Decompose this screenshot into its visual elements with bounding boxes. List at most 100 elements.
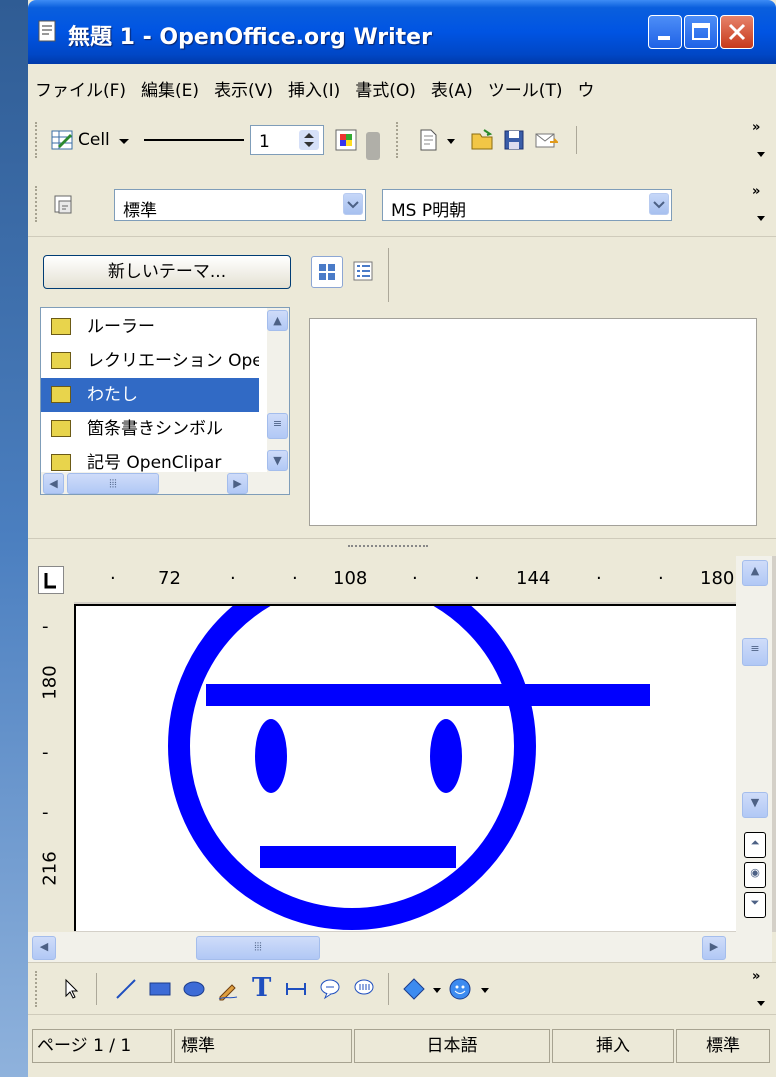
paragraph-style-select[interactable]: 標準 xyxy=(114,189,366,221)
chevron-down-icon[interactable] xyxy=(118,138,130,146)
scroll-down-arrow-icon[interactable]: ▼ xyxy=(267,450,288,471)
menu-window[interactable]: ウ xyxy=(570,64,602,101)
toolbar-grip[interactable] xyxy=(35,186,40,222)
document-horizontal-scrollbar[interactable]: ◀ ⦙⦙⦙ ▶ xyxy=(28,932,772,962)
dimension-line-icon[interactable] xyxy=(284,977,308,1001)
scroll-up-arrow-icon[interactable]: ▲ xyxy=(742,560,768,586)
status-page-style[interactable]: 標準 xyxy=(174,1029,352,1063)
cell-label[interactable]: Cell xyxy=(78,130,110,150)
styles-icon[interactable] xyxy=(52,192,76,216)
ruler-dot: · xyxy=(474,568,480,589)
toolbar-grip[interactable] xyxy=(396,122,401,158)
scroll-right-arrow-icon[interactable]: ▶ xyxy=(702,936,726,960)
theme-item[interactable]: 箇条書きシンボル xyxy=(41,412,259,446)
toolbar-more-chevron-icon[interactable]: » xyxy=(752,120,760,135)
font-name-dropdown-button[interactable] xyxy=(649,193,669,215)
line-tool-icon[interactable] xyxy=(114,977,138,1001)
line-style-preview[interactable] xyxy=(144,139,244,141)
menu-format[interactable]: 書式(O) xyxy=(348,64,424,101)
chevron-down-icon[interactable] xyxy=(756,1001,766,1007)
document-page[interactable] xyxy=(74,604,736,931)
detail-view-button[interactable] xyxy=(348,256,380,288)
previous-page-button[interactable]: ⏶ xyxy=(744,832,766,858)
scroll-left-arrow-icon[interactable]: ◀ xyxy=(43,473,64,494)
left-tab-icon xyxy=(44,573,56,589)
paragraph-style-dropdown-button[interactable] xyxy=(343,193,363,215)
select-pointer-icon[interactable] xyxy=(60,977,84,1001)
scroll-right-arrow-icon[interactable]: ▶ xyxy=(227,473,248,494)
vertical-ruler[interactable]: - 180 - - 216 xyxy=(28,602,74,934)
toolbar-grip[interactable] xyxy=(35,122,40,158)
basic-shapes-icon[interactable] xyxy=(402,977,426,1001)
email-icon[interactable] xyxy=(534,128,558,152)
panel-splitter[interactable] xyxy=(28,538,776,555)
chevron-down-icon[interactable] xyxy=(756,152,766,158)
scroll-thumb[interactable]: ≡ xyxy=(742,638,768,666)
theme-item-selected[interactable]: わたし xyxy=(41,378,259,412)
horizontal-ruler[interactable]: · 72 · · 108 · · 144 · · 180 xyxy=(28,556,738,602)
chevron-down-icon[interactable] xyxy=(432,987,442,995)
toolbar-separator xyxy=(388,973,389,1005)
chevron-down-icon[interactable] xyxy=(756,216,766,222)
open-folder-icon[interactable] xyxy=(470,128,494,152)
spin-arrows-icon[interactable] xyxy=(299,130,319,150)
folder-icon xyxy=(51,386,71,403)
border-color-icon[interactable] xyxy=(334,128,358,152)
cloud-callout-icon[interactable] xyxy=(352,977,376,1001)
line-width-spinner[interactable]: 1 xyxy=(250,125,324,155)
ellipse-tool-icon[interactable] xyxy=(182,977,206,1001)
gallery-preview[interactable] xyxy=(309,318,757,526)
toolbar-overflow-handle[interactable] xyxy=(366,132,380,160)
title-bar[interactable]: 無題 1 - OpenOffice.org Writer xyxy=(28,0,776,64)
close-button[interactable] xyxy=(720,15,754,49)
new-document-icon[interactable] xyxy=(416,128,440,152)
toolbar-grip[interactable] xyxy=(35,971,40,1007)
theme-list-scrollbar[interactable]: ▲ ≡ ▼ xyxy=(267,308,289,472)
chevron-down-icon[interactable] xyxy=(480,987,490,995)
folder-icon xyxy=(51,318,71,335)
minimize-button[interactable] xyxy=(648,15,682,49)
menu-view[interactable]: 表示(V) xyxy=(207,64,281,101)
menu-insert[interactable]: 挿入(I) xyxy=(281,64,348,101)
scroll-thumb[interactable]: ⦙⦙⦙ xyxy=(196,936,320,960)
toolbar-more-chevron-icon[interactable]: » xyxy=(752,184,760,199)
menu-bar: ファイル(F) 編集(E) 表示(V) 挿入(I) 書式(O) 表(A) ツール(T) ウ xyxy=(28,64,776,109)
text-tool-icon[interactable]: T xyxy=(252,973,271,1003)
cell-edit-icon[interactable] xyxy=(50,128,74,152)
new-theme-button[interactable]: 新しいテーマ... xyxy=(43,255,291,289)
theme-item[interactable]: レクリエーション Ope xyxy=(41,344,259,378)
menu-edit[interactable]: 編集(E) xyxy=(134,64,207,101)
callout-tool-icon[interactable] xyxy=(318,977,342,1001)
status-insert-mode[interactable]: 挿入 xyxy=(552,1029,674,1063)
maximize-button[interactable] xyxy=(684,15,718,49)
theme-list-hscrollbar[interactable]: ◀ ⦙⦙⦙ ▶ xyxy=(41,472,289,494)
face-drawing[interactable] xyxy=(76,606,736,931)
ruler-tick-label: 180 xyxy=(39,665,61,700)
icon-view-button[interactable] xyxy=(311,256,343,288)
chevron-down-icon[interactable] xyxy=(446,138,456,146)
font-name-select[interactable]: MS P明朝 xyxy=(382,189,672,221)
save-icon[interactable] xyxy=(502,128,526,152)
status-page[interactable]: ページ 1 / 1 xyxy=(32,1029,172,1063)
scroll-left-arrow-icon[interactable]: ◀ xyxy=(32,936,56,960)
menu-file[interactable]: ファイル(F) xyxy=(28,64,134,101)
rectangle-tool-icon[interactable] xyxy=(148,977,172,1001)
menu-table[interactable]: 表(A) xyxy=(424,64,481,101)
splitter-handle[interactable] xyxy=(348,545,428,550)
status-selection-mode[interactable]: 標準 xyxy=(676,1029,770,1063)
scroll-down-arrow-icon[interactable]: ▼ xyxy=(742,792,768,818)
next-page-button[interactable]: ⏷ xyxy=(744,892,766,918)
theme-item[interactable]: ルーラー xyxy=(41,310,259,344)
navigator-button[interactable]: ◉ xyxy=(744,862,766,888)
document-vertical-scrollbar[interactable]: ▲ ≡ ▼ ⏶ ◉ ⏷ xyxy=(736,556,772,932)
scroll-up-arrow-icon[interactable]: ▲ xyxy=(267,310,288,331)
menu-tools[interactable]: ツール(T) xyxy=(481,64,571,101)
tab-stop-selector[interactable] xyxy=(38,566,64,594)
status-language[interactable]: 日本語 xyxy=(354,1029,550,1063)
symbol-shapes-icon[interactable] xyxy=(448,977,472,1001)
scroll-thumb[interactable]: ≡ xyxy=(267,413,288,439)
freeform-tool-icon[interactable] xyxy=(216,977,240,1001)
line-width-value: 1 xyxy=(259,132,270,152)
toolbar-more-chevron-icon[interactable]: » xyxy=(752,969,760,984)
scroll-thumb[interactable]: ⦙⦙⦙ xyxy=(67,473,159,494)
